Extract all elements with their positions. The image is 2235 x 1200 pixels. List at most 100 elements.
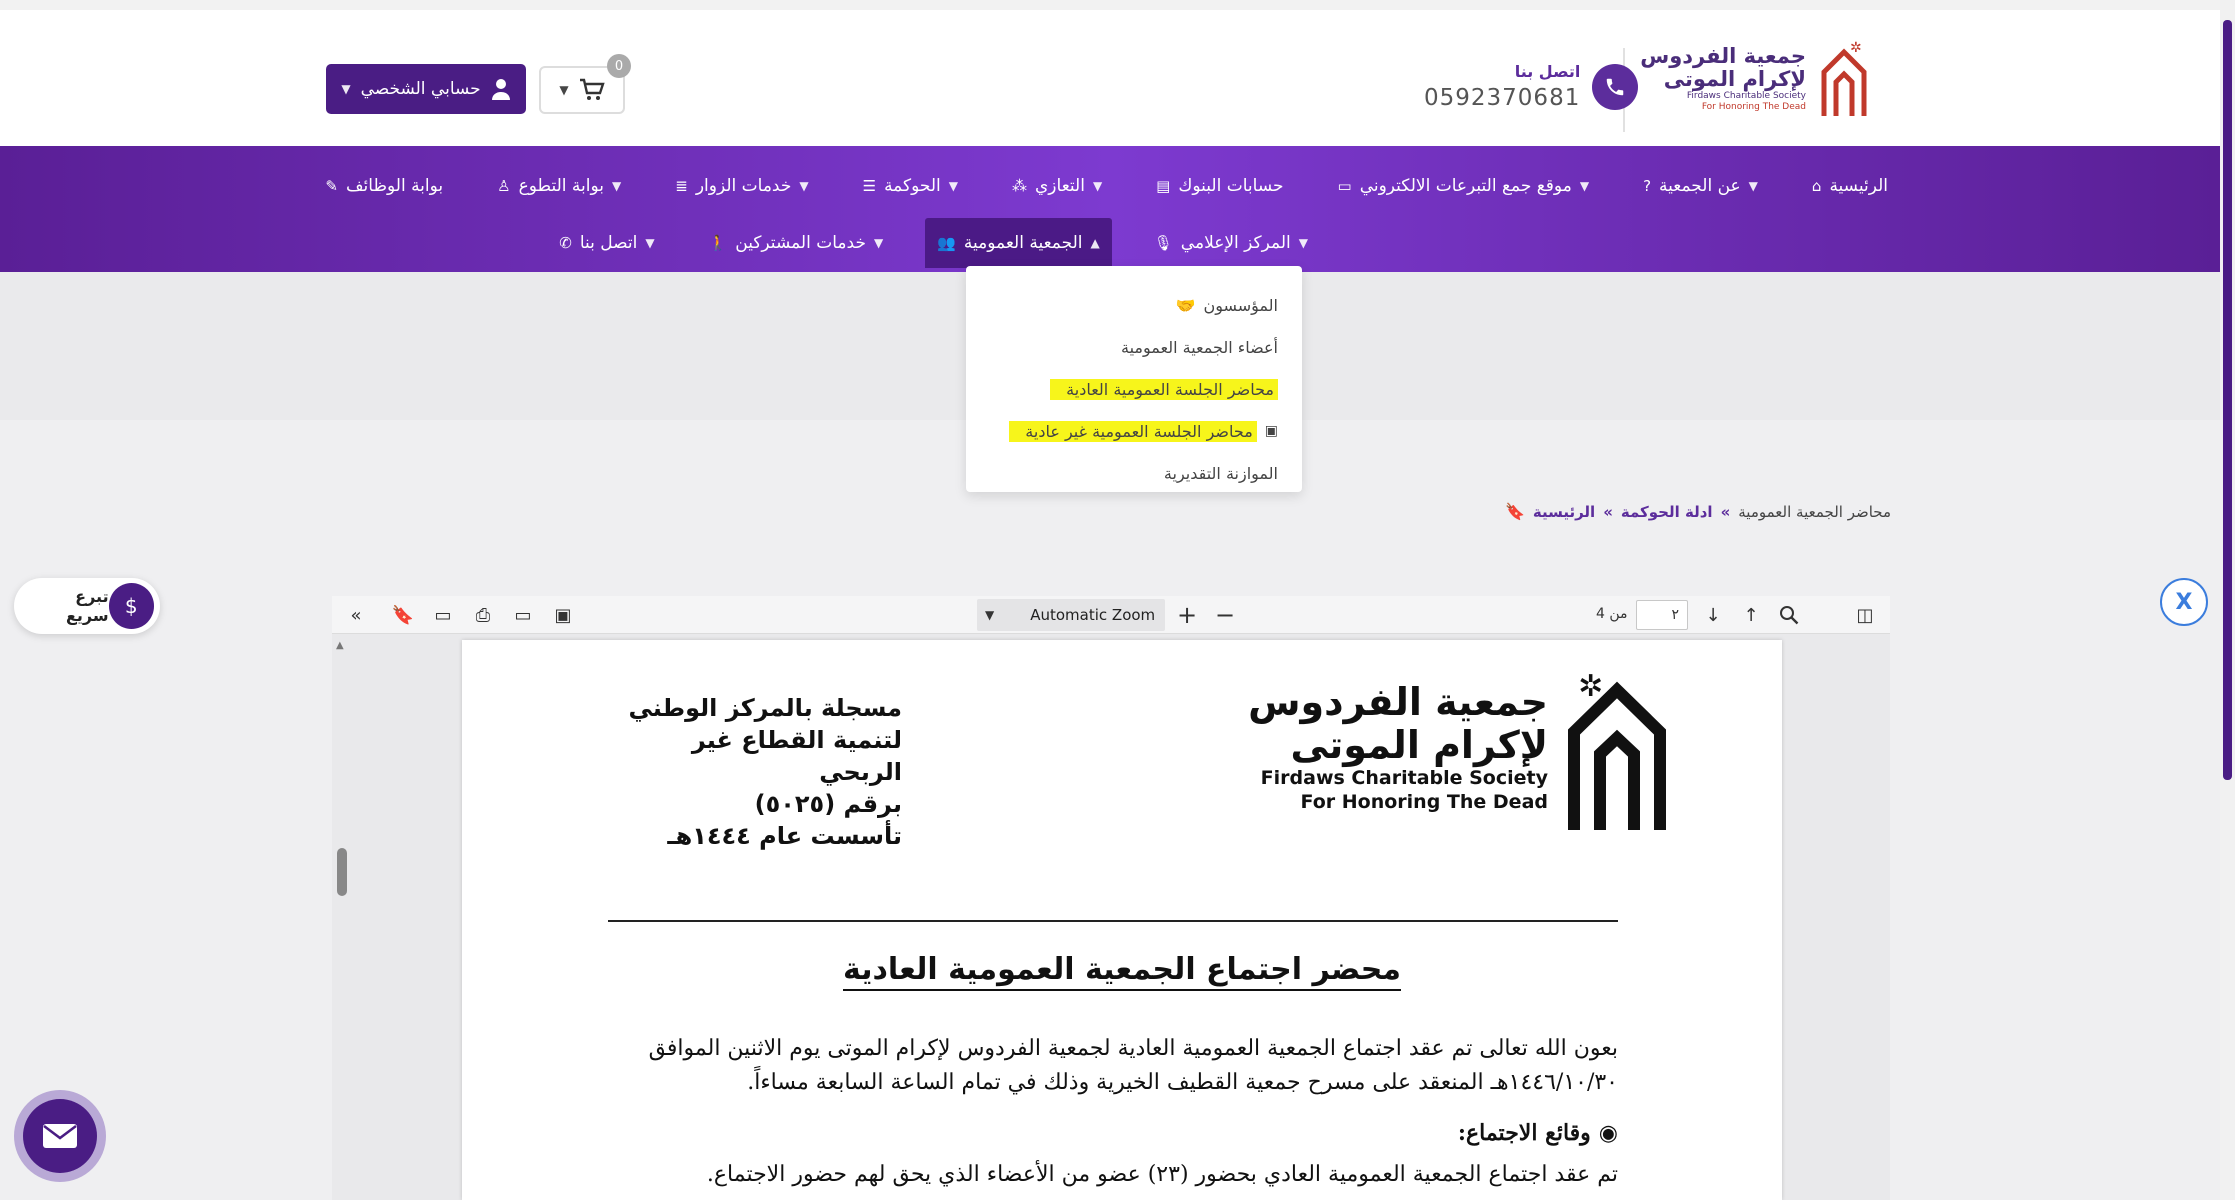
list-icon: ☰ xyxy=(862,177,877,195)
account-button[interactable]: حسابي الشخصي ▼ xyxy=(326,64,526,114)
chevron-down-icon: ▼ xyxy=(645,236,655,250)
svg-text:✲: ✲ xyxy=(1578,669,1603,704)
nav-item-subscriber-services[interactable]: 🚶 خدمات المشتركين ▼ xyxy=(697,218,896,268)
header-contact[interactable]: اتصل بنا 0592370681 xyxy=(1424,62,1639,111)
pdf-scrollbar[interactable]: ▲ xyxy=(332,634,354,1200)
main-nav: ⌂ الرئيسية ? عن الجمعية ▼ ▭ موقع جمع التبرعا… xyxy=(0,146,2220,272)
reg-line-3: برقم (٥٠٢٥) xyxy=(754,790,902,818)
presentation-icon[interactable]: ▣ xyxy=(548,600,578,630)
phone-icon[interactable] xyxy=(1592,63,1639,110)
question-icon: ? xyxy=(1643,177,1652,195)
dropdown-item-extraordinary-minutes[interactable]: ▣ محاضر الجلسة العمومية غير عادية xyxy=(976,410,1278,452)
nav-item-about[interactable]: ? عن الجمعية ▼ xyxy=(1631,166,1770,206)
contact-phone[interactable]: 0592370681 xyxy=(1424,85,1580,111)
section-heading: ◉ وقائع الاجتماع: xyxy=(1457,1120,1618,1146)
bookmark-icon: 🔖 xyxy=(1504,502,1525,521)
document-icon: ▣ xyxy=(1264,423,1278,439)
breadcrumb-current: محاضر الجمعية العمومية xyxy=(1738,502,1891,521)
zoom-select[interactable]: ▼ Automatic Zoom xyxy=(977,599,1165,631)
logo-mark-icon: ✲ xyxy=(1821,40,1867,116)
dropdown-item-ordinary-minutes[interactable]: محاضر الجلسة العمومية العادية xyxy=(976,368,1278,410)
pdf-viewer: « 🔖 ▭ ⎙ ▭ ▣ ▼ Automatic Zoom + − من 4 ٢ … xyxy=(332,596,1890,1200)
user-icon xyxy=(491,79,510,100)
walk-icon: 🚶 xyxy=(708,234,728,252)
page-scrollbar-thumb[interactable] xyxy=(2223,20,2232,780)
cart-button[interactable]: ▼ 0 xyxy=(539,54,631,114)
pdf-page: جمعية الفردوس لإكرام الموتى Firdaws Char… xyxy=(462,640,1782,1200)
nav-item-bank-accounts[interactable]: ▤ حسابات البنوك xyxy=(1144,166,1295,206)
chevron-down-icon: ▼ xyxy=(341,82,351,96)
nav-item-condolences[interactable]: ⁂ التعازي ▼ xyxy=(1000,166,1114,206)
dropdown-item-founders[interactable]: المؤسسون 🤝 xyxy=(976,284,1278,326)
nav-item-volunteer[interactable]: ♙ بوابة التطوع ▼ xyxy=(485,166,633,206)
person-icon: ♙ xyxy=(497,177,511,195)
logo-en-1: Firdaws Charitable Society xyxy=(1686,90,1806,101)
page-number-input[interactable]: ٢ xyxy=(1636,600,1688,630)
svg-text:✲: ✲ xyxy=(1850,40,1862,56)
chevron-down-icon: ▼ xyxy=(612,179,622,193)
doc-logo-ar-1: جمعية الفردوس xyxy=(1248,680,1548,724)
logo-line-2: لإكرام الموتى xyxy=(1663,66,1806,91)
donate-hand-icon: $ xyxy=(108,583,154,629)
nav-item-contact[interactable]: ✆ اتصل بنا ▼ xyxy=(547,218,666,268)
envelope-icon xyxy=(23,1099,97,1173)
arrow-down-icon[interactable]: ↓ xyxy=(1698,600,1728,630)
nav-item-general-assembly[interactable]: 👥 الجمعية العمومية ▲ xyxy=(925,218,1112,268)
sidebar-toggle-icon[interactable]: ◫ xyxy=(1850,600,1880,630)
nav-item-jobs[interactable]: ✎ بوابة الوظائف xyxy=(313,166,455,206)
reg-line-2: لتنمية القطاع غير الربحي xyxy=(691,726,902,786)
download-icon[interactable]: ▭ xyxy=(508,600,538,630)
chevron-down-icon: ▼ xyxy=(948,179,958,193)
registration-block: مسجلة بالمركز الوطني لتنمية القطاع غير ا… xyxy=(602,692,902,852)
x-social-button[interactable]: X xyxy=(2160,578,2208,626)
card-icon: ▭ xyxy=(1337,177,1352,195)
logo-line-1: جمعية الفردوس xyxy=(1640,43,1806,68)
zoom-in-icon[interactable]: + xyxy=(1172,600,1202,630)
nav-row-2: 🎙 المركز الإعلامي ▼ 👥 الجمعية العمومية ▲ 🚶 خد… xyxy=(547,218,1320,268)
nav-item-media-center[interactable]: 🎙 المركز الإعلامي ▼ xyxy=(1142,218,1320,268)
breadcrumb-home[interactable]: الرئيسية xyxy=(1533,503,1595,521)
nav-item-governance[interactable]: ☰ الحوكمة ▼ xyxy=(851,166,970,206)
tools-menu-icon[interactable]: « xyxy=(340,600,372,630)
general-assembly-dropdown: المؤسسون 🤝 أعضاء الجمعية العمومية محاضر ا… xyxy=(966,266,1302,492)
nav-item-visitor-services[interactable]: ≣ خدمات الزوار ▼ xyxy=(663,166,820,206)
nav-item-donations-site[interactable]: ▭ موقع جمع التبرعات الالكتروني ▼ xyxy=(1326,166,1602,206)
chevron-down-icon: ▼ xyxy=(1298,236,1308,250)
users-icon: 👥 xyxy=(937,234,956,252)
zoom-out-icon[interactable]: − xyxy=(1210,600,1240,630)
cart-count-badge: 0 xyxy=(607,54,631,78)
scroll-up-icon[interactable]: ▲ xyxy=(336,640,344,651)
document-logo: جمعية الفردوس لإكرام الموتى Firdaws Char… xyxy=(1248,662,1672,832)
zoom-value: Automatic Zoom xyxy=(1030,606,1156,624)
search-icon[interactable] xyxy=(1774,600,1804,630)
reg-line-4: تأسست عام ١٤٤٤هـ xyxy=(667,822,902,850)
bookmark-icon[interactable]: 🔖 xyxy=(388,600,418,630)
open-file-icon[interactable]: ▭ xyxy=(428,600,458,630)
message-button[interactable] xyxy=(14,1090,106,1182)
page-count: من 4 xyxy=(1596,606,1628,622)
document-paragraph-1: بعون الله تعالى تم عقد اجتماع الجمعية ال… xyxy=(648,1036,1618,1095)
logo-text: جمعية الفردوس لإكرام الموتى Firdaws Char… xyxy=(1640,44,1806,113)
breadcrumb-parent[interactable]: ادلة الحوكمة xyxy=(1621,503,1713,521)
chevron-down-icon: ▼ xyxy=(1092,179,1103,193)
pdf-toolbar: « 🔖 ▭ ⎙ ▭ ▣ ▼ Automatic Zoom + − من 4 ٢ … xyxy=(332,596,1890,634)
x-icon: X xyxy=(2175,589,2193,615)
nav-item-home[interactable]: ⌂ الرئيسية xyxy=(1800,166,1900,206)
pdf-scrollbar-thumb[interactable] xyxy=(337,848,347,896)
cart-icon xyxy=(579,78,605,100)
dropdown-item-budget[interactable]: الموازنة التقديرية xyxy=(976,452,1278,494)
grid-icon: ⁂ xyxy=(1012,177,1027,195)
quick-donate-label: تبرع سريع xyxy=(65,587,109,625)
print-icon[interactable]: ⎙ xyxy=(468,600,498,630)
header-rule xyxy=(608,920,1618,922)
arrow-up-icon[interactable]: ↑ xyxy=(1736,600,1766,630)
site-logo[interactable]: جمعية الفردوس لإكرام الموتى Firdaws Char… xyxy=(1640,38,1872,118)
doc-logo-mark-icon: ✲ xyxy=(1568,669,1666,830)
document-title: محضر اجتماع الجمعية العمومية العادية xyxy=(462,952,1782,991)
dropdown-item-members[interactable]: أعضاء الجمعية العمومية xyxy=(976,326,1278,368)
chevron-down-icon: ▼ xyxy=(559,83,569,97)
page-scrollbar[interactable] xyxy=(2220,0,2235,1200)
quick-donate-button[interactable]: تبرع سريع $ xyxy=(14,578,160,634)
chevron-up-icon: ▲ xyxy=(1090,236,1100,250)
account-label: حسابي الشخصي xyxy=(360,79,481,99)
